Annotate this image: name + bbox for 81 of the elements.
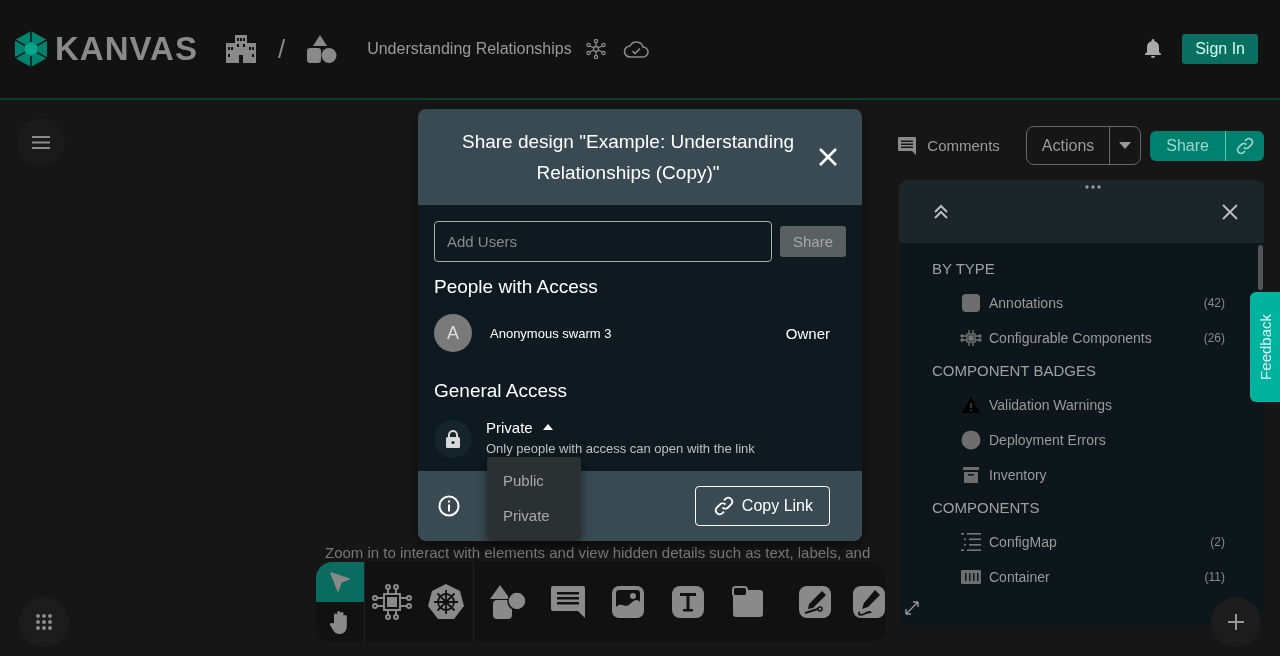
container-icon [961,569,981,584]
zoom-hint: Zoom in to interact with elements and view hidden details such as text, labels, and [325,544,871,561]
link-icon [713,496,734,516]
image-icon[interactable] [611,585,645,619]
avatar: A [434,314,472,352]
item-label: Inventory [989,466,1048,483]
user-role: Owner [785,324,830,342]
filter-item[interactable]: Configurable Components (26) [932,320,1248,355]
network-icon[interactable] [585,39,606,59]
close-icon [818,147,838,167]
close-button[interactable] [818,147,838,167]
design-name[interactable]: Understanding Relationships [367,40,572,58]
comment-icon [897,135,918,156]
comments-button[interactable]: Comments [897,135,1000,156]
building-icon[interactable] [225,35,256,63]
sign-in-button[interactable]: Sign In [1182,34,1258,64]
menu-option[interactable]: Private [487,498,581,533]
item-count: (11) [1204,569,1225,584]
section-heading: BY TYPE [932,259,995,279]
section-heading: COMPONENT BADGES [932,361,1096,381]
add-button[interactable] [1211,597,1261,647]
chip-icon[interactable] [372,584,412,620]
section-icon[interactable] [732,586,764,618]
tool-button[interactable] [316,562,364,602]
grid-icon [36,614,52,630]
access-description: Only people with access can open with the link [486,441,755,456]
list-icon [961,532,981,551]
logo-wordmark: KANVAS [55,30,198,68]
section-heading: General Access [434,380,569,402]
dialog-title: Share design "Example: Understanding Relationships (Copy)" [460,130,796,185]
breadcrumb-separator: / [277,33,286,65]
info-icon[interactable] [438,495,460,517]
add-users-field[interactable]: Add Users [434,221,772,262]
cloud-check-icon[interactable] [622,40,649,58]
shapes-icon[interactable] [307,35,338,63]
menu-option[interactable]: Public [487,463,581,498]
item-label: ConfigMap [989,533,1058,550]
logo-icon [15,31,47,67]
expand-icon[interactable] [905,601,919,615]
link-icon [1236,136,1254,155]
drag-handle-icon[interactable] [1085,185,1101,189]
item-count: (42) [1203,295,1225,310]
bell-icon[interactable] [1144,39,1163,59]
archive-icon [963,466,979,483]
plus-icon [1228,614,1244,630]
pen-icon[interactable] [798,585,832,619]
item-count: (2) [1210,534,1225,549]
item-label: Configurable Components [989,329,1153,346]
shapes-icon[interactable] [489,584,527,620]
helm-wheel-icon[interactable] [427,583,465,621]
filter-item[interactable]: Annotations (42) [932,285,1248,320]
access-dropdown[interactable]: Private [486,416,755,438]
caret-icon [542,424,553,430]
copy-link-button[interactable]: Copy Link [694,486,830,526]
comment-icon[interactable] [550,585,586,619]
item-label: Container [989,568,1051,585]
item-label: Annotations [989,294,1064,311]
section-heading: People with Access [434,276,599,298]
pencil-icon[interactable] [852,585,886,619]
actions-button[interactable]: Actions [1026,127,1110,164]
warning-icon [961,395,981,414]
menu-icon [32,135,50,149]
filter-item[interactable]: Validation Warnings [932,387,1248,422]
circle-icon [961,429,981,450]
chip-icon [960,327,982,348]
filter-item[interactable]: Inventory [932,457,1248,492]
filter-item[interactable]: ConfigMap (2) [932,524,1248,559]
close-icon[interactable] [1222,203,1238,220]
item-count: (26) [1203,330,1225,345]
scrollbar[interactable] [1258,245,1263,290]
user-name: Anonymous swarm 3 [490,325,613,341]
filter-item[interactable]: Deployment Errors [932,422,1248,457]
filter-item[interactable]: Container (11) [932,559,1248,594]
text-tool-icon[interactable] [671,585,705,619]
section-heading: COMPONENTS [932,498,1040,518]
square-icon [961,292,981,313]
item-label: Deployment Errors [989,431,1107,448]
item-label: Validation Warnings [989,396,1113,413]
lock-icon [446,430,460,448]
collapse-icon[interactable] [933,203,949,220]
caret-icon [1119,142,1132,149]
